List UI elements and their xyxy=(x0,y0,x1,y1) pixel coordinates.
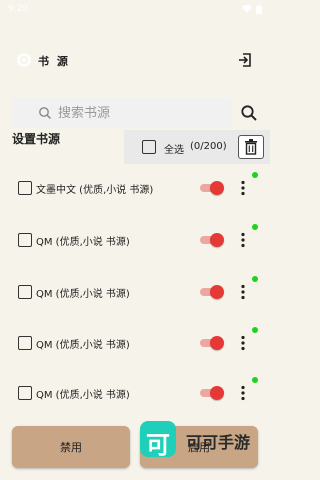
source-row[interactable]: QM (优质,小说 书源) xyxy=(0,373,270,413)
status-dot xyxy=(252,327,258,333)
source-name: QM (优质,小说 书源) xyxy=(36,390,130,401)
section-title: 设置书源 xyxy=(12,132,61,146)
source-row[interactable]: 文墨中文 (优质,小说 书源) xyxy=(0,168,270,208)
watermark-logo-char: 可 xyxy=(146,431,170,459)
source-name: QM (优质,小说 书源) xyxy=(36,289,130,300)
enable-toggle[interactable] xyxy=(200,386,224,400)
status-icons xyxy=(242,4,262,14)
row-checkbox[interactable] xyxy=(18,181,32,195)
enable-toggle[interactable] xyxy=(200,336,224,350)
status-time: 9:29 xyxy=(8,4,29,14)
status-dot xyxy=(252,276,258,282)
more-vertical-icon[interactable] xyxy=(240,385,246,401)
disable-button[interactable]: 禁用 xyxy=(12,426,130,468)
delete-button[interactable] xyxy=(238,135,264,159)
wifi-icon xyxy=(242,5,252,13)
gear-icon[interactable] xyxy=(16,52,32,68)
selection-count: (0/200) xyxy=(190,141,227,152)
exit-icon[interactable] xyxy=(236,51,254,69)
source-name: QM (优质,小说 书源) xyxy=(36,340,130,351)
search-box[interactable] xyxy=(12,98,232,128)
app-header: 书 源 xyxy=(0,40,270,80)
row-checkbox[interactable] xyxy=(18,336,32,350)
search-input[interactable] xyxy=(58,102,218,124)
status-dot xyxy=(252,224,258,230)
row-checkbox[interactable] xyxy=(18,386,32,400)
enable-toggle[interactable] xyxy=(200,181,224,195)
toggle-knob xyxy=(210,285,224,299)
status-dot xyxy=(252,377,258,383)
toggle-knob xyxy=(210,336,224,350)
status-bar: 9:29 xyxy=(0,0,270,18)
search-row xyxy=(12,98,260,128)
battery-icon xyxy=(256,4,262,14)
source-row[interactable]: QM (优质,小说 书源) xyxy=(0,323,270,363)
enable-toggle[interactable] xyxy=(200,233,224,247)
trash-icon xyxy=(245,139,257,155)
toggle-knob xyxy=(210,181,224,195)
search-icon xyxy=(39,107,52,120)
more-vertical-icon[interactable] xyxy=(240,335,246,351)
more-vertical-icon[interactable] xyxy=(240,180,246,196)
row-checkbox[interactable] xyxy=(18,233,32,247)
more-vertical-icon[interactable] xyxy=(240,232,246,248)
source-row[interactable]: QM (优质,小说 书源) xyxy=(0,272,270,312)
source-name: 文墨中文 (优质,小说 书源) xyxy=(36,185,154,196)
source-name: QM (优质,小说 书源) xyxy=(36,237,130,248)
select-all-label: 全选 xyxy=(164,145,184,156)
enable-toggle[interactable] xyxy=(200,285,224,299)
row-checkbox[interactable] xyxy=(18,285,32,299)
search-button-icon[interactable] xyxy=(240,104,258,122)
select-all-checkbox[interactable] xyxy=(142,140,156,154)
page-title: 书 源 xyxy=(38,55,70,68)
toggle-knob xyxy=(210,233,224,247)
watermark-text: 可可手游 xyxy=(186,433,251,452)
watermark-logo: 可 xyxy=(140,421,176,459)
source-row[interactable]: QM (优质,小说 书源) xyxy=(0,220,270,260)
more-vertical-icon[interactable] xyxy=(240,284,246,300)
toggle-knob xyxy=(210,386,224,400)
status-dot xyxy=(252,172,258,178)
watermark: 可 可可手游 xyxy=(140,421,270,461)
